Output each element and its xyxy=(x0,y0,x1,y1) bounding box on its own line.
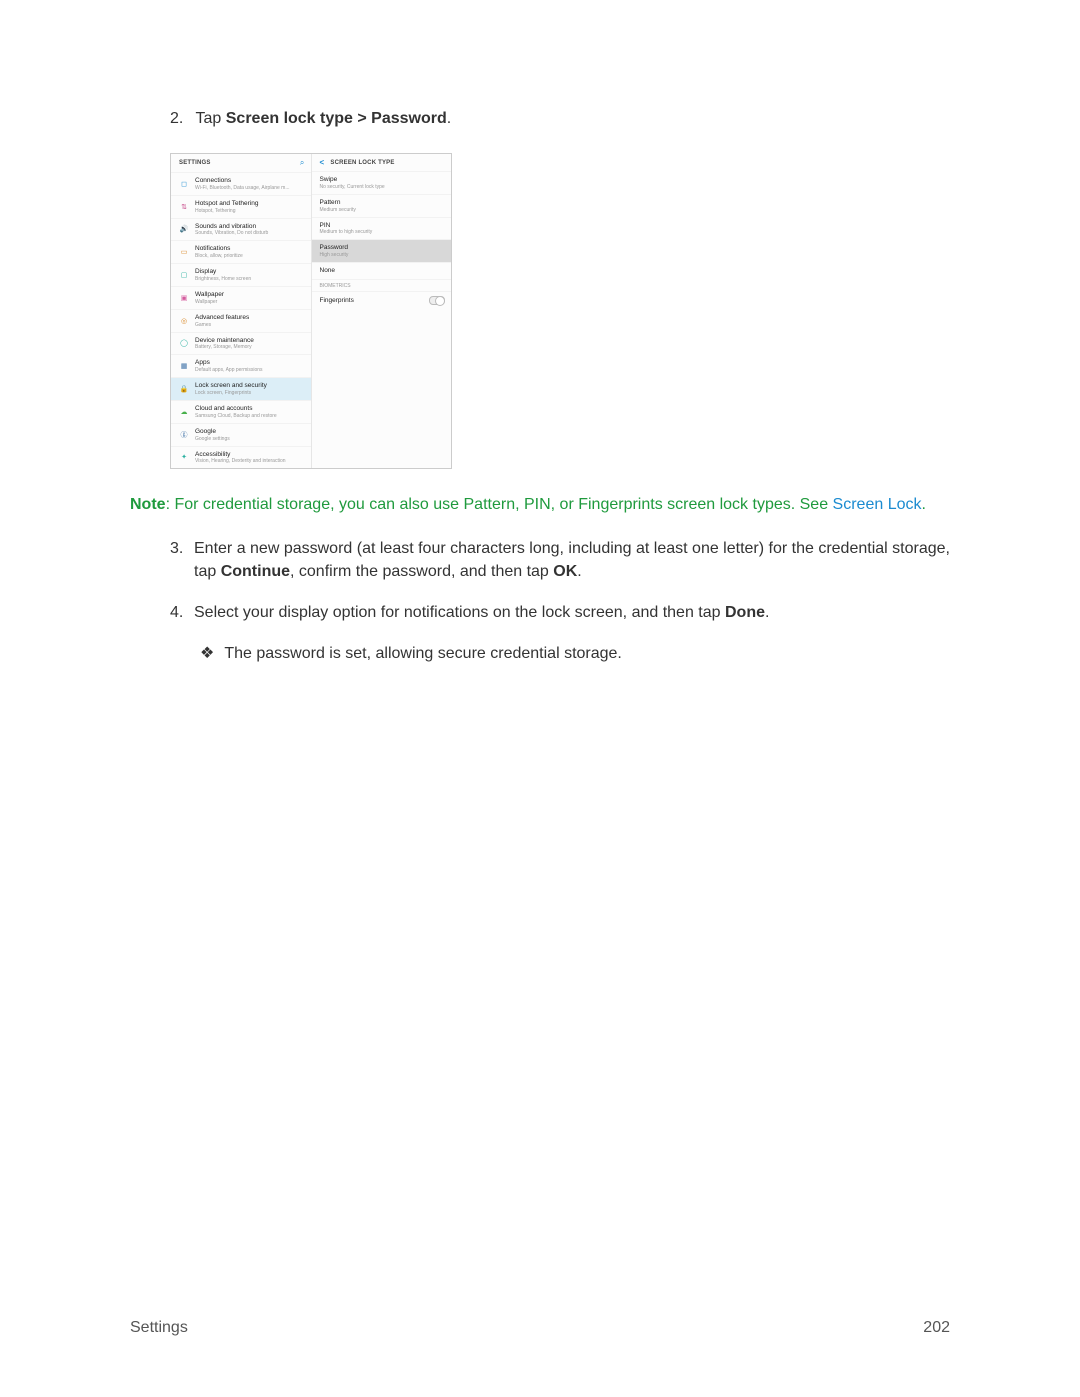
notifications-icon: ▭ xyxy=(179,247,189,257)
settings-row-wallpaper: ▣WallpaperWallpaper xyxy=(171,286,311,309)
step-3-p3: . xyxy=(577,563,581,580)
note-text: : For credential storage, you can also u… xyxy=(166,496,833,513)
locktype-pattern: PatternMedium security xyxy=(312,194,452,217)
step-4-number: 4. xyxy=(170,601,194,624)
note-label: Note xyxy=(130,496,166,513)
note-block: Note: For credential storage, you can al… xyxy=(130,494,950,516)
search-icon: ⌕ xyxy=(300,158,305,168)
wallpaper-icon: ▣ xyxy=(179,293,189,303)
settings-row-apps: ▦AppsDefault apps, App permissions xyxy=(171,354,311,377)
step-3-b1: Continue xyxy=(221,563,290,580)
step-2-suffix: . xyxy=(447,110,451,127)
settings-header-title: SETTINGS xyxy=(179,160,211,166)
step-4-result: ❖ The password is set, allowing secure c… xyxy=(200,642,950,665)
locktype-header-title: SCREEN LOCK TYPE xyxy=(330,160,394,166)
accessibility-icon: ✦ xyxy=(179,452,189,462)
locktype-pane: < SCREEN LOCK TYPE SwipeNo security, Cur… xyxy=(312,154,452,468)
locktype-pin: PINMedium to high security xyxy=(312,217,452,240)
connections-icon: ◻ xyxy=(179,179,189,189)
display-icon: ▢ xyxy=(179,270,189,280)
locktype-none: None xyxy=(312,262,452,279)
advanced-icon: ◎ xyxy=(179,316,189,326)
locktype-fingerprints: Fingerprints xyxy=(312,291,452,309)
step-2-number: 2. xyxy=(170,110,183,127)
step-4-p2: . xyxy=(765,604,769,621)
settings-row-sounds: 🔊Sounds and vibrationSounds, Vibration, … xyxy=(171,218,311,241)
locktype-password: PasswordHigh security xyxy=(312,239,452,262)
step-3-b2: OK xyxy=(553,563,577,580)
diamond-bullet-icon: ❖ xyxy=(200,642,214,665)
settings-row-lockscreen: 🔒Lock screen and securityLock screen, Fi… xyxy=(171,377,311,400)
step-4-b1: Done xyxy=(725,604,765,621)
settings-row-advanced: ◎Advanced featuresGames xyxy=(171,309,311,332)
step-4-p1: Select your display option for notificat… xyxy=(194,604,725,621)
result-text: The password is set, allowing secure cre… xyxy=(224,642,622,665)
step-4: 4. Select your display option for notifi… xyxy=(170,601,950,624)
hotspot-icon: ⇅ xyxy=(179,202,189,212)
step-2: 2. Tap Screen lock type > Password. xyxy=(170,110,950,128)
settings-row-maintenance: ◯Device maintenanceBattery, Storage, Mem… xyxy=(171,332,311,355)
page-footer: Settings 202 xyxy=(130,1319,950,1337)
step-3-number: 3. xyxy=(170,537,194,583)
settings-row-hotspot: ⇅Hotspot and TetheringHotspot, Tethering xyxy=(171,195,311,218)
lock-icon: 🔒 xyxy=(179,384,189,394)
locktype-header: < SCREEN LOCK TYPE xyxy=(312,154,452,171)
maintenance-icon: ◯ xyxy=(179,338,189,348)
sounds-icon: 🔊 xyxy=(179,224,189,234)
back-chevron-icon: < xyxy=(320,158,325,167)
biometrics-label: BIOMETRICS xyxy=(312,279,452,291)
step-2-bold: Screen lock type > Password xyxy=(226,110,447,127)
note-suffix: . xyxy=(921,496,925,513)
fingerprints-label: Fingerprints xyxy=(320,297,354,304)
footer-page-number: 202 xyxy=(923,1319,950,1337)
settings-pane: SETTINGS ⌕ ◻ConnectionsWi-Fi, Bluetooth,… xyxy=(171,154,312,468)
step-2-prefix: Tap xyxy=(196,110,226,127)
apps-icon: ▦ xyxy=(179,361,189,371)
settings-row-cloud: ☁Cloud and accountsSamsung Cloud, Backup… xyxy=(171,400,311,423)
step-3: 3. Enter a new password (at least four c… xyxy=(170,537,950,583)
note-link-screen-lock[interactable]: Screen Lock xyxy=(833,496,922,513)
google-icon: ⓖ xyxy=(179,430,189,440)
footer-section: Settings xyxy=(130,1319,188,1337)
screenshot-lock-type: SETTINGS ⌕ ◻ConnectionsWi-Fi, Bluetooth,… xyxy=(170,153,452,469)
locktype-swipe: SwipeNo security, Current lock type xyxy=(312,171,452,194)
settings-row-accessibility: ✦AccessibilityVision, Hearing, Dexterity… xyxy=(171,446,311,469)
settings-header: SETTINGS ⌕ xyxy=(171,154,311,172)
settings-row-notifications: ▭NotificationsBlock, allow, prioritize xyxy=(171,240,311,263)
settings-row-connections: ◻ConnectionsWi-Fi, Bluetooth, Data usage… xyxy=(171,172,311,195)
step-3-p2: , confirm the password, and then tap xyxy=(290,563,553,580)
settings-row-display: ▢DisplayBrightness, Home screen xyxy=(171,263,311,286)
settings-row-google: ⓖGoogleGoogle settings xyxy=(171,423,311,446)
cloud-icon: ☁ xyxy=(179,407,189,417)
fingerprints-toggle xyxy=(429,296,445,305)
